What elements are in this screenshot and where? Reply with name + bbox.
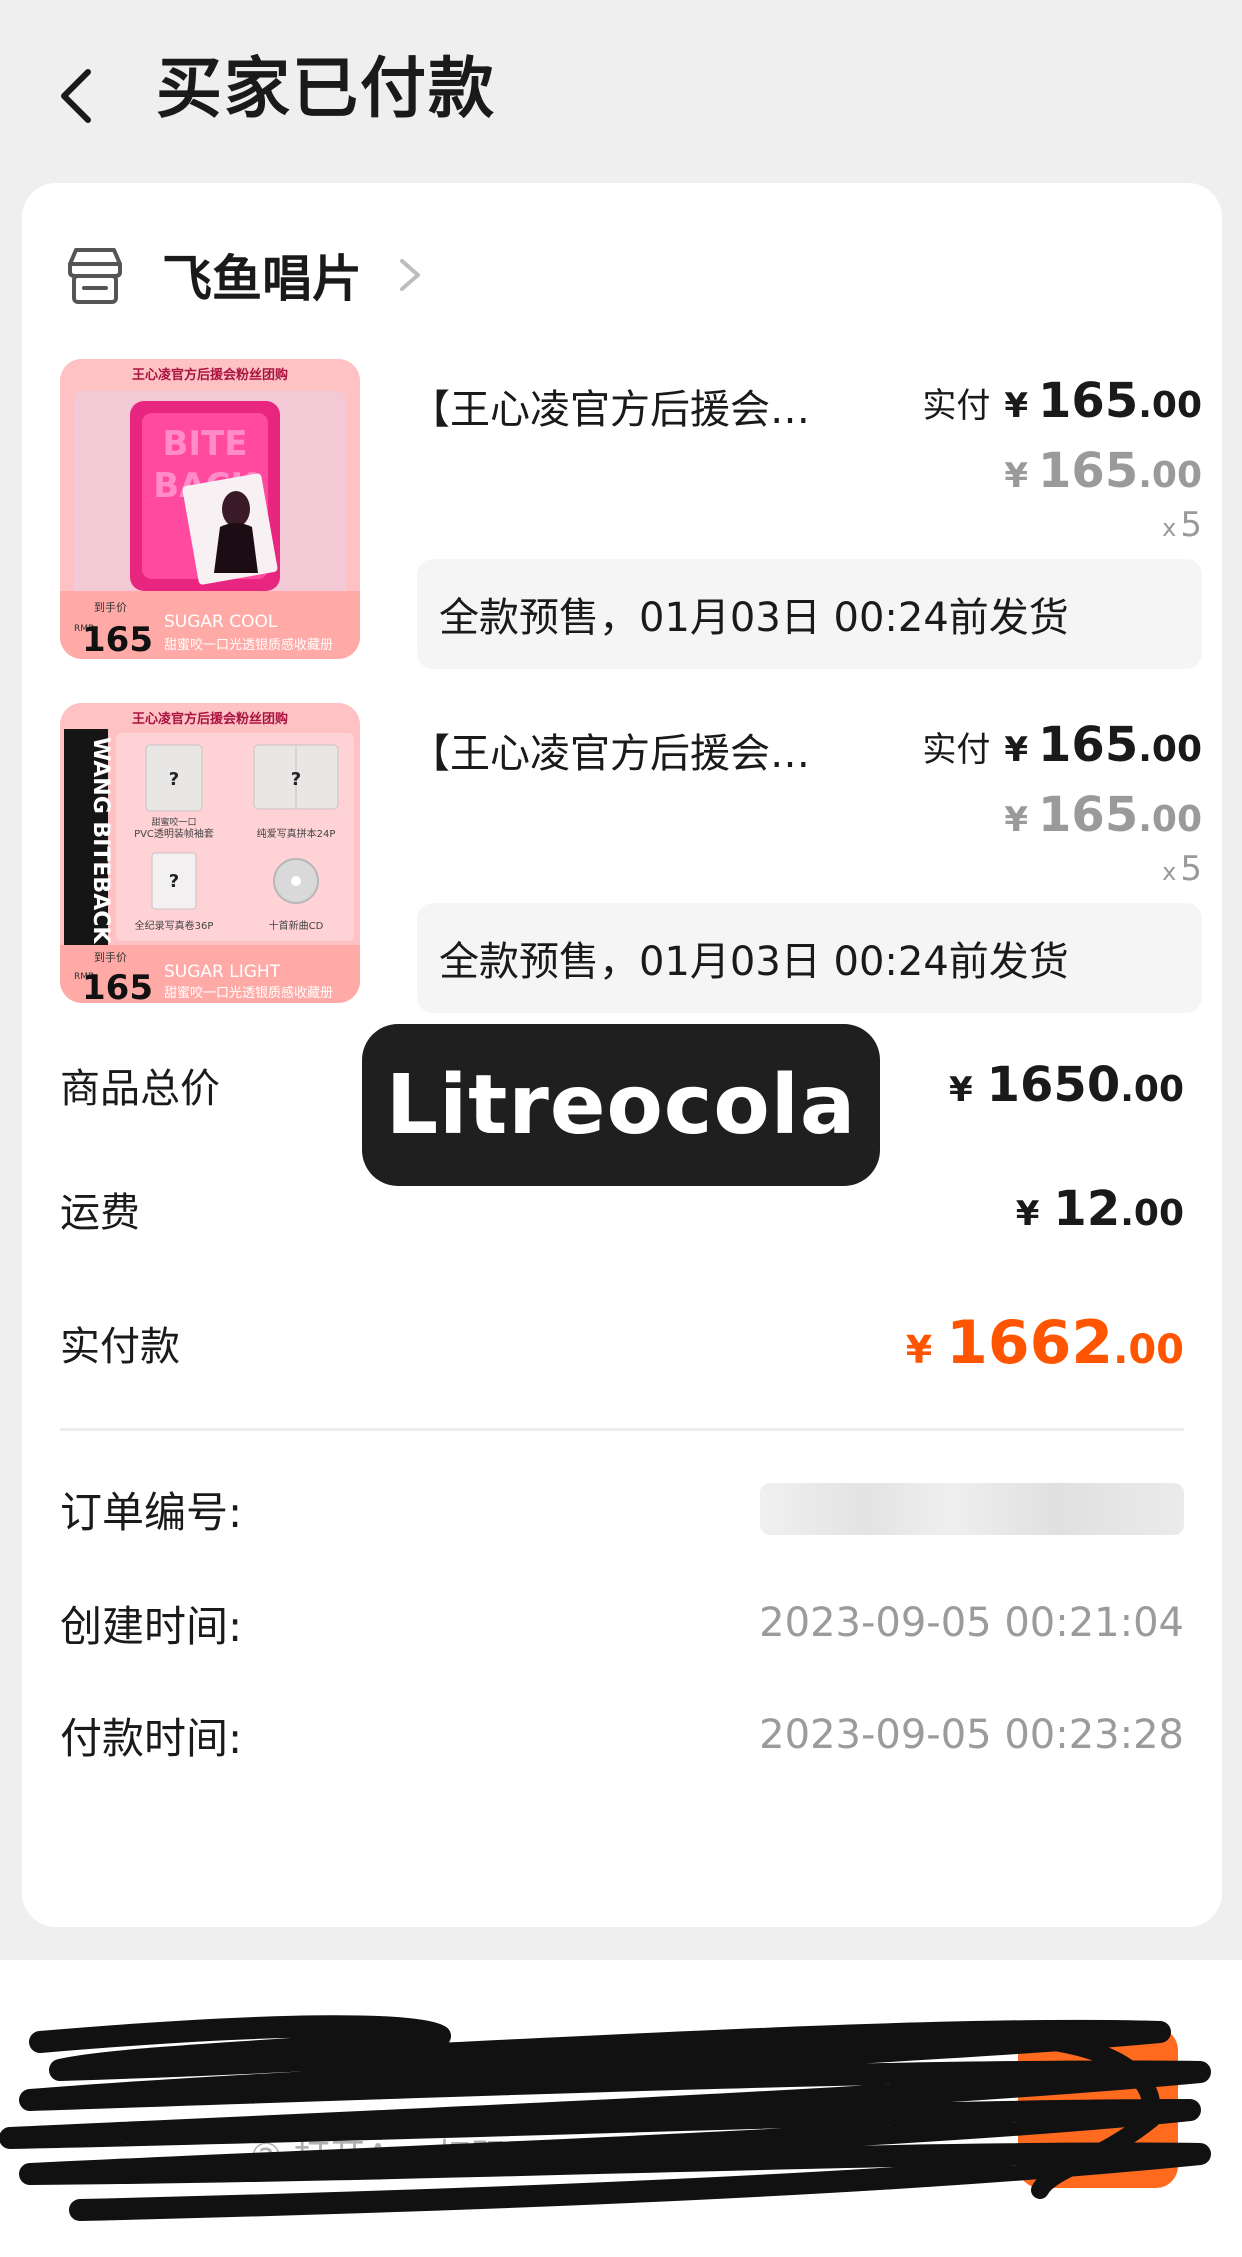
item-paid-price: 实付 ¥ 165 .00: [922, 373, 1202, 429]
product-thumbnail[interactable]: 王心凌官方后援会粉丝团购 WANG BITEBACK ? 甜蜜咬一口 PVC透明…: [60, 703, 360, 1003]
goods-total-label: 商品总价: [60, 1066, 220, 1112]
thumb-cell-mark: ?: [169, 871, 179, 892]
currency-symbol: ¥: [905, 1328, 933, 1372]
thumb-edition: SUGAR LIGHT: [164, 962, 281, 982]
redaction-scribble: [0, 2015, 1211, 2221]
currency-symbol: ¥: [1004, 730, 1029, 770]
shipping-label: 运费: [60, 1190, 140, 1236]
thumb-banner: 王心凌官方后援会粉丝团购: [132, 711, 288, 727]
presale-notice: 全款预售，01月03日 00:24前发货: [417, 903, 1202, 1013]
order-number-row: 订单编号:: [60, 1469, 1184, 1549]
paid-price-decimal: .00: [1138, 385, 1202, 426]
payment-time-row: 付款时间: 2023-09-05 00:23:28: [60, 1695, 1184, 1775]
divider: [60, 1428, 1184, 1431]
item-quantity: x5: [1162, 849, 1202, 889]
item-title[interactable]: 【王心凌官方后援会…: [410, 377, 860, 435]
original-price-integer: 165: [1038, 787, 1139, 843]
order-item[interactable]: 王心凌官方后援会粉丝团购 BITE BACK 到手价 RMB 165 SUGAR…: [60, 359, 1202, 669]
item-title[interactable]: 【王心凌官方后援会…: [410, 721, 860, 779]
quantity-multiplier: x: [1162, 858, 1177, 886]
chevron-left-icon: [61, 69, 91, 123]
created-time-row: 创建时间: 2023-09-05 00:21:04: [60, 1583, 1184, 1663]
order-number-redacted: [760, 1483, 1184, 1535]
store-icon: [68, 248, 122, 304]
paid-label: 实付: [922, 386, 991, 426]
item-original-price: ¥ 165 .00: [1004, 787, 1202, 843]
shop-header[interactable]: 飞鱼唱片: [62, 230, 424, 320]
original-price-decimal: .00: [1138, 455, 1202, 496]
goods-total-value: ¥ 1650 .00: [949, 1057, 1184, 1113]
paid-price-integer: 165: [1038, 373, 1139, 429]
goods-total-decimal: .00: [1120, 1069, 1184, 1110]
payment-time-value: 2023-09-05 00:23:28: [759, 1712, 1184, 1758]
amount-paid-integer: 1662: [946, 1308, 1114, 1378]
goods-total-integer: 1650: [986, 1057, 1121, 1113]
amount-paid-row: 实付款 ¥ 1662 .00: [60, 1303, 1184, 1383]
shop-name: 飞鱼唱片: [162, 250, 362, 308]
created-time-value: 2023-09-05 00:21:04: [759, 1600, 1184, 1646]
thumb-caption: 甜蜜咬一口光透银质感收藏册: [164, 637, 333, 653]
thumb-cell-label: 甜蜜咬一口: [151, 816, 196, 828]
presale-notice: 全款预售，01月03日 00:24前发货: [417, 559, 1202, 669]
thumb-cell-label: 全纪录写真卷36P: [135, 919, 214, 932]
thumb-caption: 甜蜜咬一口光透银质感收藏册: [164, 985, 333, 1001]
bottom-bar: 图片到相册 ② 打开App扫码可见: [0, 1960, 1242, 2257]
currency-symbol: ¥: [948, 1070, 973, 1110]
thumb-side-text: WANG BITEBACK: [88, 737, 113, 944]
original-price-integer: 165: [1038, 443, 1139, 499]
paid-price-decimal: .00: [1138, 729, 1202, 770]
amount-paid-value: ¥ 1662 .00: [906, 1308, 1184, 1378]
watermark-label: Litreocola: [362, 1024, 880, 1186]
thumb-cell-mark: ?: [291, 769, 301, 790]
quantity-value: 5: [1180, 505, 1202, 545]
thumb-banner: 王心凌官方后援会粉丝团购: [132, 367, 288, 383]
paid-label: 实付: [922, 730, 991, 770]
item-original-price: ¥ 165 .00: [1004, 443, 1202, 499]
shipping-decimal: .00: [1120, 1193, 1184, 1234]
created-time-label: 创建时间:: [60, 1601, 243, 1651]
thumb-cell-label: PVC透明装帧袖套: [134, 827, 214, 840]
order-number-label: 订单编号:: [60, 1487, 243, 1537]
quantity-multiplier: x: [1162, 514, 1177, 542]
item-quantity: x5: [1162, 505, 1202, 545]
currency-symbol: ¥: [1004, 386, 1029, 426]
currency-symbol: ¥: [1004, 800, 1029, 840]
shipping-integer: 12: [1053, 1181, 1121, 1237]
currency-symbol: ¥: [1015, 1194, 1040, 1234]
original-price-decimal: .00: [1138, 799, 1202, 840]
amount-paid-label: 实付款: [60, 1324, 180, 1370]
product-thumbnail[interactable]: 王心凌官方后援会粉丝团购 BITE BACK 到手价 RMB 165 SUGAR…: [60, 359, 360, 659]
svg-text:BITE: BITE: [163, 424, 248, 464]
quantity-value: 5: [1180, 849, 1202, 889]
currency-symbol: ¥: [1004, 456, 1029, 496]
thumb-edition: SUGAR COOL: [164, 612, 278, 632]
thumb-cell-mark: ?: [169, 769, 179, 790]
thumb-price-label: 到手价: [94, 950, 127, 964]
chevron-right-icon: [400, 259, 420, 291]
thumb-price: 165: [82, 620, 153, 659]
amount-paid-decimal: .00: [1113, 1327, 1184, 1373]
top-bar: 买家已付款: [0, 0, 1242, 180]
thumb-price: 165: [82, 968, 153, 1003]
payment-time-label: 付款时间:: [60, 1713, 243, 1763]
paid-price-integer: 165: [1038, 717, 1139, 773]
shipping-value: ¥ 12 .00: [1016, 1181, 1184, 1237]
back-button[interactable]: [46, 56, 106, 136]
thumb-cell-label: 纯爱写真拼本24P: [257, 827, 336, 840]
thumb-cell-label: 十首新曲CD: [269, 919, 324, 932]
thumb-price-label: 到手价: [94, 600, 127, 614]
page-title: 买家已付款: [156, 50, 496, 127]
item-paid-price: 实付 ¥ 165 .00: [922, 717, 1202, 773]
order-item[interactable]: 王心凌官方后援会粉丝团购 WANG BITEBACK ? 甜蜜咬一口 PVC透明…: [60, 703, 1202, 1013]
